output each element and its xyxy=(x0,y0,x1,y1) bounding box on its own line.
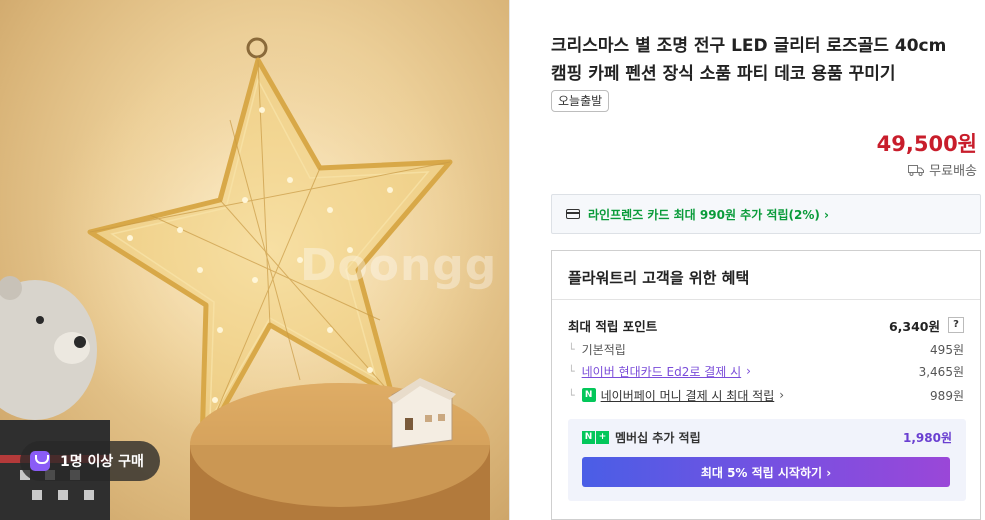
benefits-divider xyxy=(552,299,980,300)
today-shipping-tag: 오늘출발 xyxy=(551,90,610,112)
benefits-box: 플라워트리 고객을 위한 혜택 최대 적립 포인트 6,340원 ? └ 기본적립… xyxy=(551,250,981,520)
card-points-value: 3,465원 xyxy=(918,364,964,379)
credit-card-icon xyxy=(566,209,580,219)
delivery-label: 무료배송 xyxy=(929,164,977,179)
tree-connector-icon: └ xyxy=(568,388,575,402)
max-points-value: 6,340원 xyxy=(888,318,940,334)
card-benefit-banner[interactable]: 라인프렌즈 카드 최대 990원 추가 적립(2%) › xyxy=(551,194,981,234)
shopping-bag-icon xyxy=(30,451,50,471)
start-membership-button[interactable]: 최대 5% 적립 시작하기 › xyxy=(582,457,950,487)
benefits-title: 플라워트리 고객을 위한 혜택 xyxy=(568,269,750,287)
pay-points-value: 989원 xyxy=(930,388,964,403)
basic-points-value: 495원 xyxy=(930,342,964,357)
naver-plus-icon: N + xyxy=(582,430,609,444)
delivery-info: 무료배송 xyxy=(908,160,977,179)
chevron-right-icon: › xyxy=(779,388,785,402)
max-points-label: 최대 적립 포인트 xyxy=(568,318,658,334)
naverpay-icon: N xyxy=(581,388,596,402)
membership-label: 멤버십 추가 적립 xyxy=(615,430,701,445)
membership-value: 1,980원 xyxy=(903,430,952,445)
max-points-row: 최대 적립 포인트 6,340원 ? xyxy=(568,315,964,335)
product-image[interactable]: Doongg 1명 이상 구매 xyxy=(0,0,510,520)
membership-row: N + 멤버십 추가 적립 1,980원 xyxy=(582,427,952,447)
product-title-line2: 캠핑 카페 펜션 장식 소품 파티 데코 용품 꾸미기 xyxy=(551,64,896,84)
card-benefit-text: 라인프렌즈 카드 최대 990원 추가 적립(2%) › xyxy=(588,207,829,222)
buyers-badge: 1명 이상 구매 xyxy=(20,441,160,481)
membership-box: N + 멤버십 추가 적립 1,980원 최대 5% 적립 시작하기 › xyxy=(568,419,966,501)
tree-connector-icon: └ xyxy=(568,364,575,378)
help-button[interactable]: ? xyxy=(948,317,964,333)
product-title-line1: 크리스마스 별 조명 전구 LED 글리터 로즈골드 40cm xyxy=(551,36,947,56)
buyers-badge-label: 1명 이상 구매 xyxy=(60,454,144,470)
chevron-right-icon: › xyxy=(746,364,751,378)
card-points-link[interactable]: 네이버 현대카드 Ed2로 결제 시 xyxy=(582,363,742,380)
product-title: 크리스마스 별 조명 전구 LED 글리터 로즈골드 40cm 캠핑 카페 펜션… xyxy=(551,32,981,88)
pay-points-link[interactable]: 네이버페이 머니 결제 시 최대 적립 xyxy=(601,387,775,404)
truck-icon xyxy=(908,164,925,176)
basic-points-label: 기본적립 xyxy=(581,342,626,357)
basic-points-row: └ 기본적립 495원 xyxy=(568,339,964,359)
image-watermark: Doongg xyxy=(300,240,498,291)
product-price: 49,500원 xyxy=(876,132,977,156)
tree-connector-icon: └ xyxy=(568,342,575,356)
pay-points-row[interactable]: └ N 네이버페이 머니 결제 시 최대 적립 › 989원 xyxy=(568,385,964,405)
card-points-row[interactable]: └ 네이버 현대카드 Ed2로 결제 시 › 3,465원 xyxy=(568,361,964,381)
